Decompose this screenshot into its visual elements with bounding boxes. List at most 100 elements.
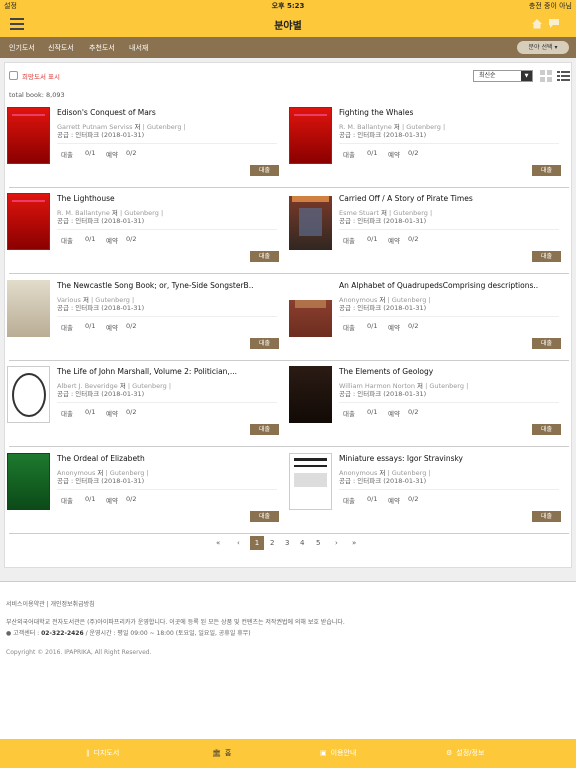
- book-card[interactable]: The Lighthouse R. M. Ballantyne 저 | Guten…: [5, 193, 280, 279]
- reserve-label: 예약: [106, 497, 118, 505]
- wish-checkbox[interactable]: [9, 71, 18, 80]
- lend-label: 대출: [61, 151, 73, 159]
- pager-prev[interactable]: ‹: [237, 539, 240, 547]
- book-cover[interactable]: [7, 280, 50, 337]
- book-title[interactable]: The Newcastle Song Book; or, Tyne-Side S…: [57, 281, 277, 290]
- grid-view-icon[interactable]: [540, 70, 553, 82]
- book-publisher: 공급 : 인터파크 (2018-01-31): [339, 477, 427, 485]
- reserve-label: 예약: [388, 151, 400, 159]
- book-card[interactable]: The Elements of Geology William Harmon No…: [287, 366, 562, 452]
- lend-button[interactable]: 대출: [250, 338, 279, 349]
- gear-icon: ⚙: [446, 749, 453, 757]
- category-select[interactable]: 분야 선택 ▾: [517, 41, 569, 54]
- pager-page-4[interactable]: 4: [300, 539, 304, 547]
- lend-label: 대출: [343, 410, 355, 418]
- book-cover[interactable]: [7, 453, 50, 510]
- lend-label: 대출: [61, 237, 73, 245]
- reserve-label: 예약: [388, 237, 400, 245]
- book-cover[interactable]: [7, 366, 50, 423]
- bottom-item-digital[interactable]: ∥ 디지도서: [86, 748, 119, 758]
- page-title: 분야별: [274, 21, 302, 32]
- book-cover[interactable]: [7, 107, 50, 164]
- lend-count: 0/1: [85, 149, 96, 157]
- footer-notice: 부산외국어대학교 전자도서관은 (주)아이파프리카가 운영합니다. 이곳에 등록…: [6, 619, 345, 626]
- bottom-item-settings[interactable]: ⚙ 설정/정보: [446, 748, 484, 758]
- divider: [339, 316, 559, 317]
- pager-first[interactable]: «: [216, 539, 220, 547]
- book-card[interactable]: Carried Off / A Story of Pirate Times Esm…: [287, 193, 562, 279]
- reserve-count: 0/2: [408, 235, 419, 243]
- book-card[interactable]: The Ordeal of Elizabeth Anonymous 저 | Gut…: [5, 453, 280, 539]
- book-card[interactable]: Edison's Conquest of Mars Garrett Putnam …: [5, 107, 280, 193]
- bottom-item-home[interactable]: 🏛 홈: [212, 748, 231, 758]
- lend-button[interactable]: 대출: [532, 165, 561, 176]
- tab-new[interactable]: 신작도서: [48, 43, 74, 53]
- lend-label: 대출: [343, 324, 355, 332]
- row-divider: [9, 187, 569, 188]
- books-icon: ∥: [86, 749, 90, 757]
- book-title[interactable]: Fighting the Whales: [339, 108, 559, 117]
- home-icon[interactable]: [531, 18, 543, 29]
- pager-page-3[interactable]: 3: [285, 539, 289, 547]
- book-title[interactable]: The Elements of Geology: [339, 367, 559, 376]
- book-title[interactable]: Miniature essays: Igor Stravinsky: [339, 454, 559, 463]
- pager-page-5[interactable]: 5: [316, 539, 320, 547]
- lend-button[interactable]: 대출: [250, 165, 279, 176]
- total-count: total book: 8,093: [9, 91, 65, 99]
- sub-nav: 인기도서 신작도서 추천도서 내서재 분야 선택 ▾: [0, 37, 576, 58]
- pager-page-2[interactable]: 2: [270, 539, 274, 547]
- book-card[interactable]: The Newcastle Song Book; or, Tyne-Side S…: [5, 280, 280, 366]
- lend-label: 대출: [61, 497, 73, 505]
- book-title[interactable]: Edison's Conquest of Mars: [57, 108, 277, 117]
- lend-count: 0/1: [367, 235, 378, 243]
- lend-label: 대출: [343, 237, 355, 245]
- lend-button[interactable]: 대출: [250, 251, 279, 262]
- lend-button[interactable]: 대출: [250, 424, 279, 435]
- book-cover[interactable]: [289, 107, 332, 164]
- book-list-panel: 희망도서 표시 최신순 ▼ total book: 8,093 Edison's …: [4, 62, 572, 568]
- footer-copyright: Copyright © 2016. IPAPRIKA, All Right Re…: [6, 649, 152, 656]
- book-cover[interactable]: [289, 366, 332, 423]
- lend-button[interactable]: 대출: [532, 251, 561, 262]
- bottom-item-guide[interactable]: ▣ 이용안내: [320, 748, 356, 758]
- lend-count: 0/1: [85, 322, 96, 330]
- book-title[interactable]: Carried Off / A Story of Pirate Times: [339, 194, 559, 203]
- tab-recommended[interactable]: 추천도서: [89, 43, 115, 53]
- chat-icon[interactable]: [548, 18, 560, 29]
- book-title[interactable]: The Ordeal of Elizabeth: [57, 454, 277, 463]
- lend-count: 0/1: [367, 322, 378, 330]
- book-title[interactable]: The Life of John Marshall, Volume 2: Pol…: [57, 367, 277, 376]
- book-publisher: 공급 : 인터파크 (2018-01-31): [57, 217, 145, 225]
- book-cover[interactable]: [289, 280, 332, 337]
- divider: [339, 489, 559, 490]
- pager-last[interactable]: »: [352, 539, 356, 547]
- footer-links[interactable]: 서비스이용약관 | 개인정보취급방침: [6, 599, 95, 608]
- book-card[interactable]: An Alphabet of QuadrupedsComprising desc…: [287, 280, 562, 366]
- book-title[interactable]: The Lighthouse: [57, 194, 277, 203]
- reserve-label: 예약: [106, 237, 118, 245]
- reserve-label: 예약: [388, 324, 400, 332]
- book-publisher: 공급 : 인터파크 (2018-01-31): [339, 131, 427, 139]
- book-title[interactable]: An Alphabet of QuadrupedsComprising desc…: [339, 281, 559, 290]
- book-cover[interactable]: [7, 193, 50, 250]
- pager-page-1[interactable]: 1: [250, 536, 264, 550]
- book-card[interactable]: Miniature essays: Igor Stravinsky Anonymo…: [287, 453, 562, 539]
- reserve-label: 예약: [106, 410, 118, 418]
- lend-button[interactable]: 대출: [532, 424, 561, 435]
- book-card[interactable]: Fighting the Whales R. M. Ballantyne 저 | …: [287, 107, 562, 193]
- book-cover[interactable]: [289, 453, 332, 510]
- reserve-count: 0/2: [408, 322, 419, 330]
- category-select-label: 분야 선택: [528, 44, 553, 51]
- sort-select[interactable]: 최신순 ▼: [473, 70, 533, 82]
- book-card[interactable]: The Life of John Marshall, Volume 2: Pol…: [5, 366, 280, 452]
- tab-my-library[interactable]: 내서재: [129, 43, 148, 53]
- list-view-icon[interactable]: [557, 70, 570, 82]
- lend-button[interactable]: 대출: [532, 338, 561, 349]
- reserve-count: 0/2: [408, 149, 419, 157]
- book-cover[interactable]: [289, 193, 332, 250]
- lend-button[interactable]: 대출: [532, 511, 561, 522]
- lend-button[interactable]: 대출: [250, 511, 279, 522]
- lend-count: 0/1: [85, 495, 96, 503]
- tab-popular[interactable]: 인기도서: [9, 43, 35, 53]
- pager-next[interactable]: ›: [335, 539, 338, 547]
